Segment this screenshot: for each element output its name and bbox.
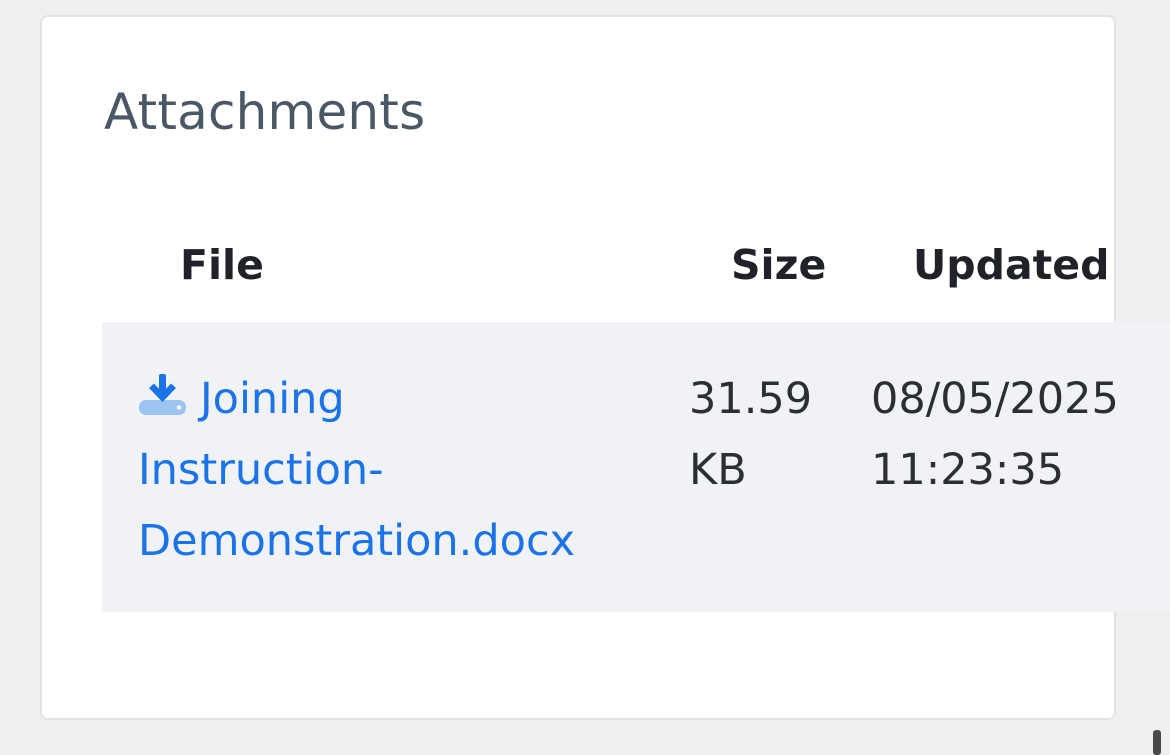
attachment-filename-part-1[interactable]: Joining <box>200 374 345 424</box>
column-header-size: Size <box>731 241 827 289</box>
attachment-download-link[interactable]: Joining Instruction- Demonstration.docx <box>138 364 638 577</box>
attachment-filename-part-3[interactable]: Demonstration.docx <box>138 506 638 577</box>
attachment-updated-date: 08/05/2025 <box>871 374 1119 424</box>
column-header-file: File <box>180 241 264 289</box>
attachments-title: Attachments <box>104 83 426 141</box>
attachment-updated-time: 11:23:35 <box>871 445 1065 495</box>
table-row: Joining Instruction- Demonstration.docx … <box>102 322 1170 612</box>
attachment-size-unit: KB <box>689 445 747 495</box>
scrollbar-thumb[interactable] <box>1153 730 1161 755</box>
attachment-filename-part-2[interactable]: Instruction- <box>138 435 638 506</box>
attachment-updated: 08/05/2025 11:23:35 <box>871 364 1170 506</box>
page: Attachments File Size Updated Joining In… <box>0 0 1170 755</box>
attachment-size: 31.59 KB <box>689 364 839 506</box>
download-icon[interactable] <box>138 372 188 418</box>
attachment-size-value: 31.59 <box>689 374 813 424</box>
column-header-updated: Updated <box>913 241 1110 289</box>
